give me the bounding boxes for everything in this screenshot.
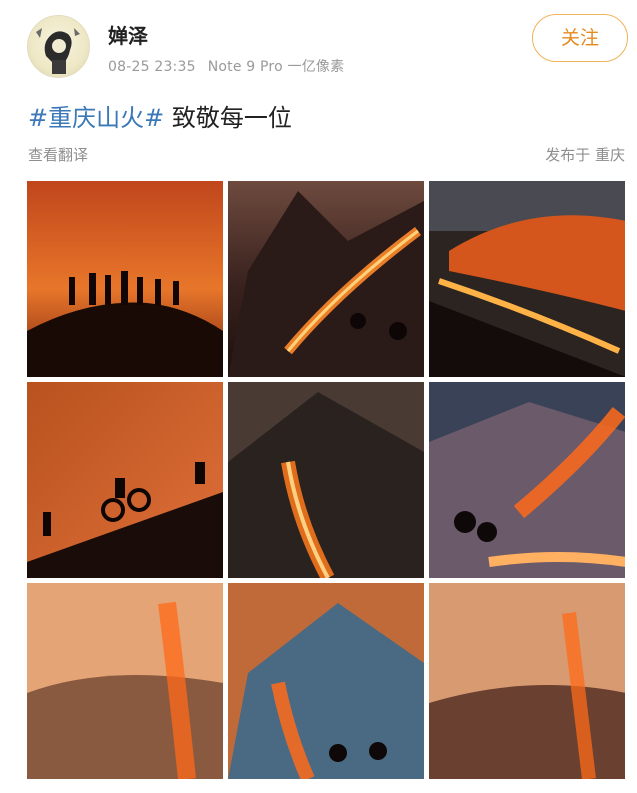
location-label: 发布于 重庆 [545,146,625,164]
avatar-illustration [36,28,80,74]
image-tile-6[interactable] [429,382,625,578]
post-body: 致敬每一位 [164,104,292,132]
translate-link[interactable]: 查看翻译 [28,144,88,165]
image-tile-4[interactable] [27,382,223,578]
post-meta: 08-25 23:35 Note 9 Pro 一亿像素 [108,56,344,76]
topic-link[interactable]: #重庆山火# [28,104,164,132]
follow-button[interactable]: 关注 [532,14,628,62]
image-tile-9[interactable] [429,583,625,779]
image-tile-5[interactable] [228,382,424,578]
post-text: #重庆山火# 致敬每一位 [28,98,292,133]
post-timestamp: 08-25 23:35 [108,59,196,75]
image-grid [27,181,626,779]
image-tile-7[interactable] [27,583,223,779]
image-tile-3[interactable] [429,181,625,377]
avatar[interactable]: V [27,15,90,78]
image-tile-2[interactable] [228,181,424,377]
image-tile-1[interactable] [27,181,223,377]
image-tile-8[interactable] [228,583,424,779]
post-device: Note 9 Pro 一亿像素 [207,59,345,75]
username[interactable]: 婵泽 [108,20,148,49]
